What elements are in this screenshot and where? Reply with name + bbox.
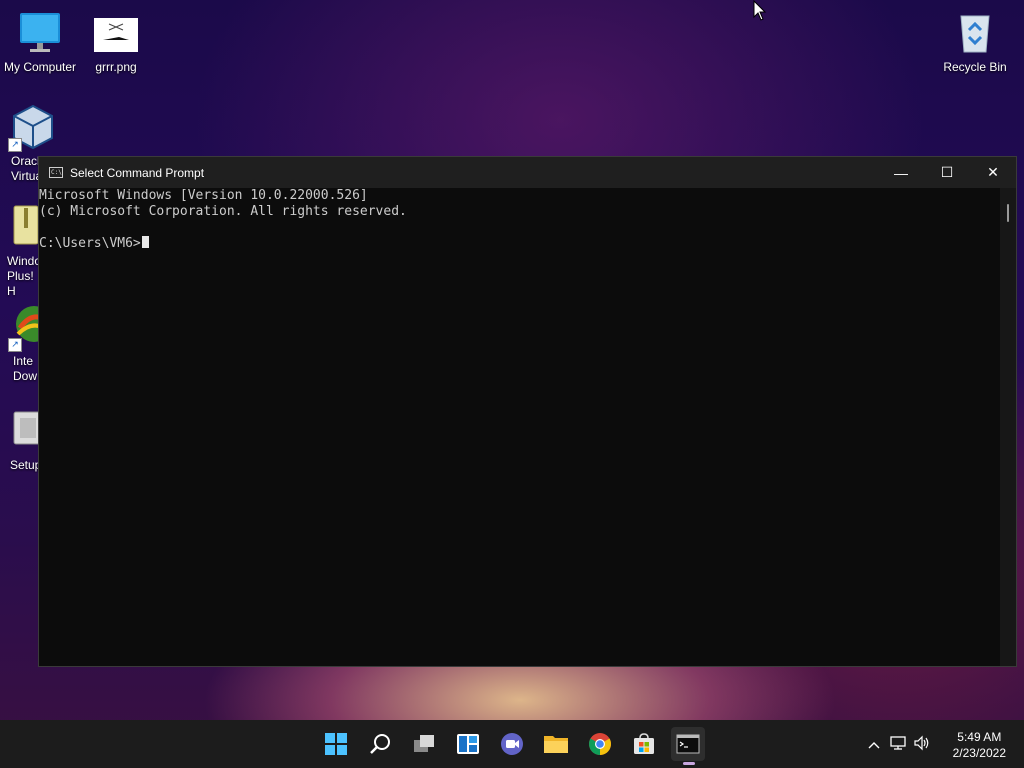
task-view-icon: [414, 735, 434, 752]
maximize-button[interactable]: ☐: [924, 157, 970, 188]
desktop-icon-my-computer[interactable]: My Computer: [0, 10, 80, 75]
network-icon[interactable]: [889, 735, 913, 754]
monitor-icon: [17, 10, 63, 56]
chat-button[interactable]: [495, 727, 529, 761]
shortcut-arrow-icon: ↗: [8, 338, 22, 352]
image-file-icon: [93, 10, 139, 56]
search-button[interactable]: [363, 727, 397, 761]
store-icon: [634, 733, 654, 754]
volume-icon[interactable]: [913, 735, 937, 754]
taskbar-clock[interactable]: 5:49 AM 2/23/2022: [953, 729, 1006, 761]
terminal-icon: [676, 734, 700, 754]
vertical-scrollbar[interactable]: [1000, 188, 1016, 666]
desktop-icon-setup[interactable]: Setup: [0, 408, 43, 473]
mouse-cursor-icon: [753, 0, 767, 27]
desktop-icon-label: Inte Dow: [13, 354, 38, 383]
chrome-icon: [589, 733, 611, 755]
console-output[interactable]: Microsoft Windows [Version 10.0.22000.52…: [39, 188, 1000, 666]
folder-icon: [544, 736, 568, 753]
desktop-icon-label: Setup: [10, 458, 42, 472]
store-button[interactable]: [627, 727, 661, 761]
widgets-button[interactable]: [451, 727, 485, 761]
chrome-button[interactable]: [583, 727, 617, 761]
file-explorer-button[interactable]: [539, 727, 573, 761]
clock-time: 5:49 AM: [957, 730, 1002, 744]
command-prompt-window[interactable]: C:\ Select Command Prompt — ☐ ✕ Microsof…: [38, 156, 1017, 667]
close-button[interactable]: ✕: [970, 157, 1016, 188]
console-line: (c) Microsoft Corporation. All rights re…: [39, 204, 407, 219]
task-view-button[interactable]: [407, 727, 441, 761]
virtualbox-icon: ↗: [8, 104, 56, 152]
text-cursor: [141, 236, 149, 248]
desktop-icon-windows-plus[interactable]: Windo Plus! H: [0, 204, 41, 299]
teams-chat-icon: [501, 733, 523, 755]
taskbar: 5:49 AM 2/23/2022: [0, 720, 1024, 768]
window-title: Select Command Prompt: [70, 165, 205, 180]
recycle-bin-icon: [952, 10, 998, 56]
tray-overflow-chevron-icon[interactable]: [865, 737, 883, 752]
active-app-indicator: [683, 762, 695, 765]
desktop-icon-grrr-png[interactable]: grrr.png: [76, 10, 156, 75]
desktop-icon-label: Recycle Bin: [943, 60, 1007, 74]
desktop-icon-label: Oracl Virtua: [11, 154, 41, 183]
widgets-icon: [457, 734, 479, 754]
windows-start-icon: [325, 733, 347, 755]
command-prompt-taskbar-button[interactable]: [671, 727, 705, 765]
cmd-icon: C:\: [49, 167, 63, 178]
console-prompt-line[interactable]: C:\Users\VM6>: [39, 236, 1000, 252]
system-tray: [865, 720, 937, 768]
clock-date: 2/23/2022: [952, 746, 1006, 760]
console-line: Microsoft Windows [Version 10.0.22000.52…: [39, 188, 368, 203]
desktop-icon-internet-download-manager[interactable]: ↗ Inte Dow: [0, 304, 52, 384]
desktop-icon-virtualbox[interactable]: ↗ Oracl Virtua: [0, 104, 53, 184]
desktop-icon-label: My Computer: [3, 60, 77, 74]
start-button[interactable]: [319, 727, 353, 761]
shortcut-arrow-icon: ↗: [8, 138, 22, 152]
console-prompt: C:\Users\VM6>: [39, 236, 141, 251]
window-titlebar[interactable]: C:\ Select Command Prompt — ☐ ✕: [39, 157, 1016, 188]
desktop-icon-label: grrr.png: [95, 60, 137, 74]
minimize-button[interactable]: —: [878, 157, 924, 188]
desktop-icon-recycle-bin[interactable]: Recycle Bin: [935, 10, 1015, 75]
search-icon: [370, 734, 390, 754]
scrollbar-thumb[interactable]: [1007, 204, 1009, 222]
desktop-icon-label: Windo Plus! H: [7, 254, 41, 298]
